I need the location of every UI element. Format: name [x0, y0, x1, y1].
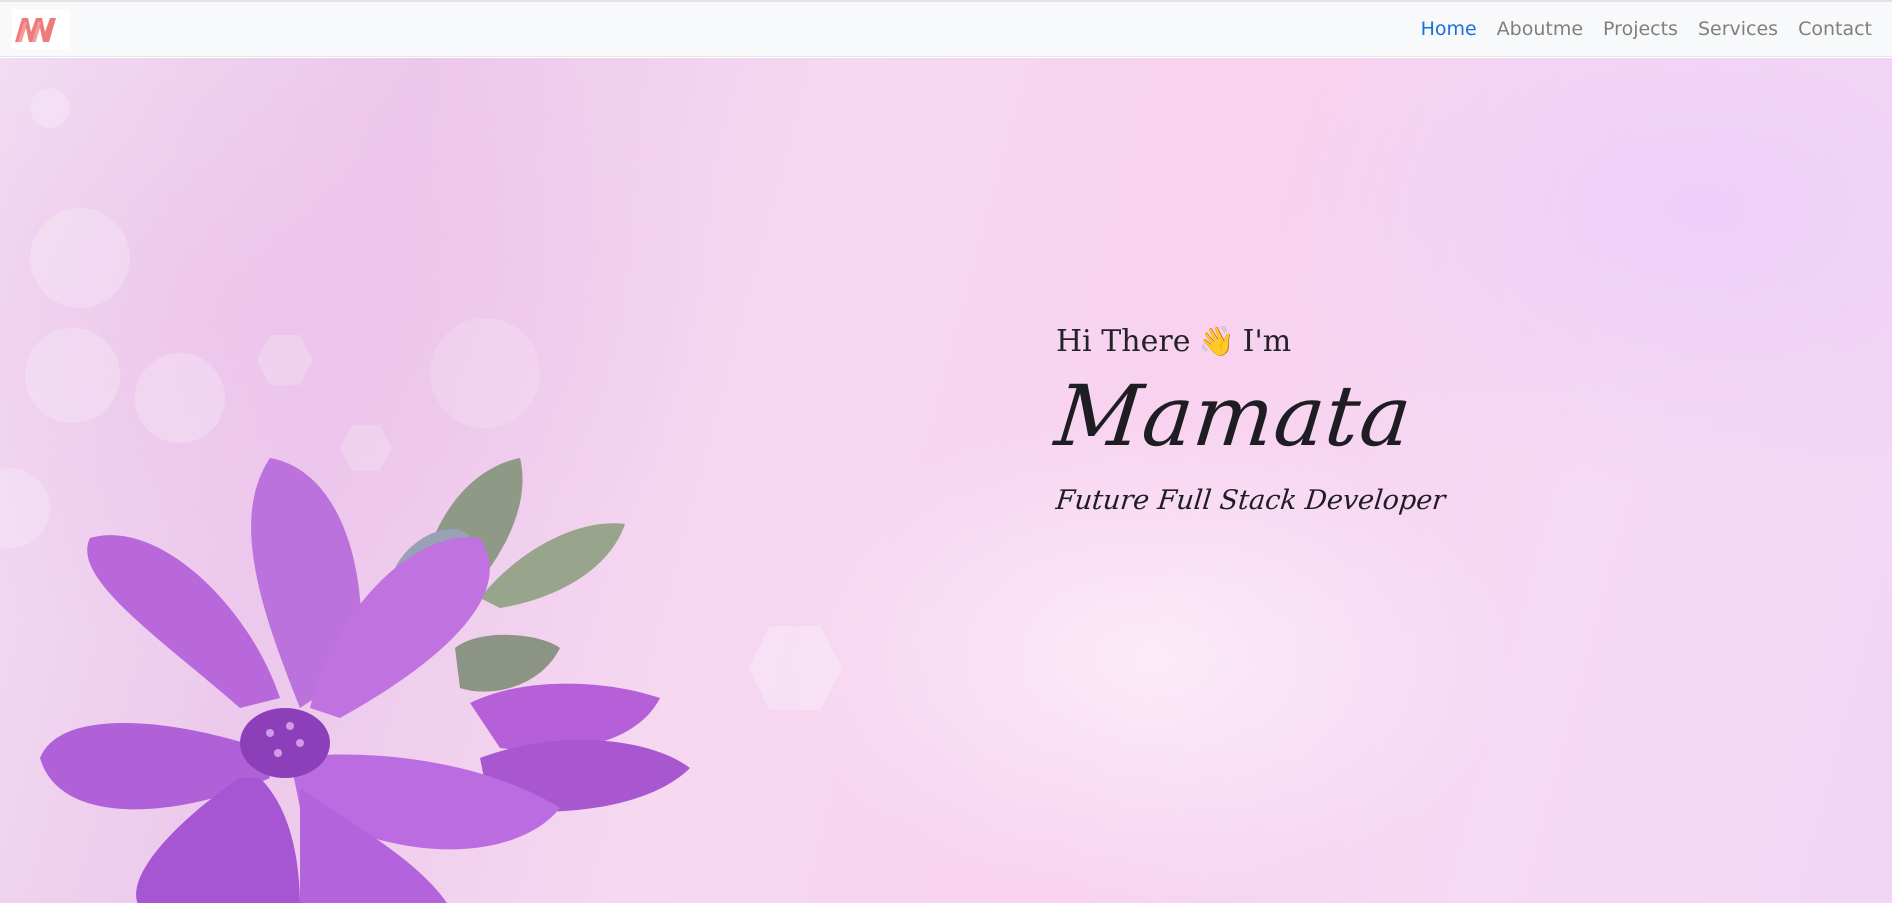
nav-link-services[interactable]: Services: [1698, 18, 1778, 40]
brand-logo[interactable]: [12, 9, 70, 49]
greeting-line: Hi There 👋 I'm: [1056, 324, 1445, 359]
hero-name: Mamata: [1050, 367, 1417, 465]
nav-link-projects[interactable]: Projects: [1603, 18, 1678, 40]
nav-link-contact[interactable]: Contact: [1798, 18, 1872, 40]
purple-flower-image: [40, 458, 690, 903]
bokeh-light: [430, 318, 540, 428]
nav-link-aboutme[interactable]: Aboutme: [1497, 18, 1583, 40]
greeting-im-text: I'm: [1242, 324, 1292, 359]
hero-tagline: Future Full Stack Developer: [1054, 485, 1447, 516]
nav-link-home[interactable]: Home: [1421, 18, 1477, 40]
hero-intro: Hi There 👋 I'm Mamata Future Full Stack …: [1051, 324, 1447, 516]
bokeh-light: [30, 208, 130, 308]
bokeh-light: [135, 353, 225, 443]
waving-hand-icon: 👋: [1198, 324, 1235, 358]
bokeh-light: [30, 88, 70, 128]
nav-links: Home Aboutme Projects Services Contact: [1411, 18, 1882, 40]
hexagon-bokeh: [257, 335, 313, 385]
brand-logo-icon: [15, 18, 56, 42]
bokeh-light: [25, 328, 120, 423]
hero-section: Hi There 👋 I'm Mamata Future Full Stack …: [0, 58, 1892, 903]
greeting-text: Hi There: [1056, 324, 1191, 359]
navbar: Home Aboutme Projects Services Contact: [0, 2, 1892, 57]
hexagon-bokeh: [748, 626, 842, 710]
